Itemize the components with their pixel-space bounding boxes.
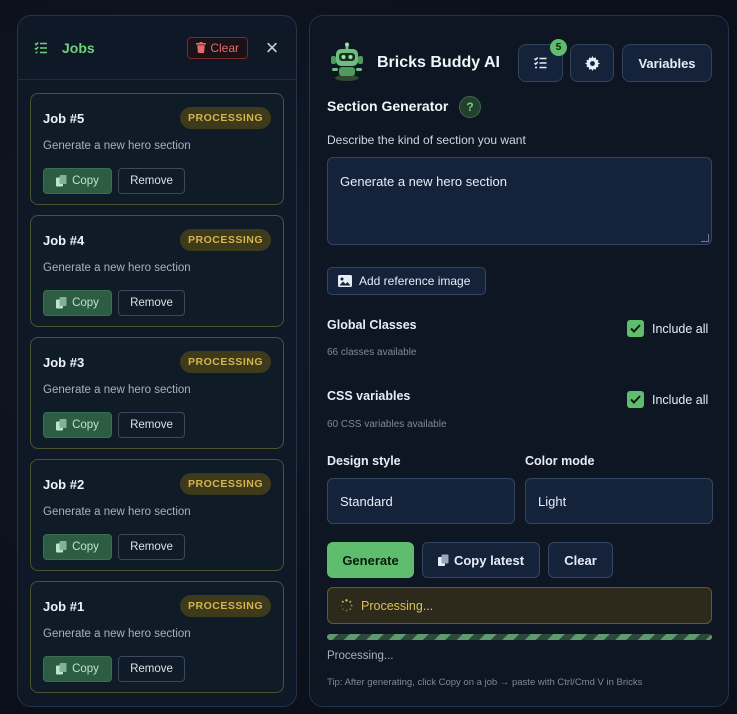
job-description: Generate a new hero section [43,384,191,396]
clear-jobs-label: Clear [210,40,239,55]
copy-icon [56,175,67,187]
copy-label: Copy [72,541,99,553]
css-variables-include[interactable]: Include all [627,391,708,408]
close-icon[interactable]: × [264,36,280,58]
design-style-value: Standard [340,493,393,509]
status-badge: PROCESSING [179,107,271,129]
app-title: Bricks Buddy AI [377,54,500,71]
job-title: Job #2 [43,477,85,492]
main-panel: Bricks Buddy AI 5 Variables Section Gene… [309,15,729,707]
gear-icon [584,55,600,71]
job-description: Generate a new hero section [43,628,191,640]
variables-button[interactable]: Variables [622,44,712,82]
check-icon[interactable] [627,391,644,408]
check-icon[interactable] [627,320,644,337]
describe-label: Describe the kind of section you want [327,133,526,147]
list-check-icon [34,41,48,55]
copy-label: Copy [72,663,99,675]
copy-label: Copy [72,175,99,187]
css-variables-label: CSS variables [327,389,411,403]
clear-button[interactable]: Clear [548,542,613,578]
include-all-label: Include all [652,392,709,407]
status-badge: PROCESSING [179,595,271,617]
copy-button[interactable]: Copy [43,412,112,438]
progress-text: Processing... [327,650,394,662]
status-badge: PROCESSING [179,351,271,373]
jobs-panel: Jobs Clear × Job #5 PROCESSING Generate … [17,15,297,707]
copy-icon [56,297,67,309]
design-style-label: Design style [327,454,401,468]
progress-bar [327,634,712,640]
list-check-icon [533,56,547,69]
section-title: Section Generator [327,98,449,114]
add-reference-image-label: Add reference image [359,274,471,288]
job-description: Generate a new hero section [43,262,191,274]
trash-icon [196,42,207,53]
color-mode-value: Light [538,493,567,509]
copy-button[interactable]: Copy [43,534,112,560]
job-card: Job #5 PROCESSING Generate a new hero se… [30,93,284,205]
job-title: Job #1 [43,599,85,614]
robot-logo-icon [331,42,363,81]
css-variables-count: 60 CSS variables available [327,419,447,430]
job-title: Job #4 [43,233,85,248]
color-mode-label: Color mode [525,454,595,468]
global-classes-count: 66 classes available [327,347,417,358]
jobs-header: Jobs Clear × [18,16,296,80]
copy-button[interactable]: Copy [43,168,112,194]
status-text: Processing... [361,598,434,613]
remove-button[interactable]: Remove [118,290,185,316]
copy-icon [56,541,67,553]
copy-button[interactable]: Copy [43,656,112,682]
job-actions: Copy Remove [43,534,185,560]
settings-button[interactable] [570,44,614,82]
status-badge: PROCESSING [179,229,271,251]
clear-jobs-button[interactable]: Clear [187,36,248,59]
status-banner: Processing... [327,587,712,624]
job-title: Job #3 [43,355,85,370]
job-actions: Copy Remove [43,656,185,682]
global-classes-include[interactable]: Include all [627,320,708,337]
remove-button[interactable]: Remove [118,656,185,682]
generate-button[interactable]: Generate [327,542,414,578]
job-actions: Copy Remove [43,168,185,194]
image-icon [338,275,352,287]
global-classes-label: Global Classes [327,318,417,332]
jobs-count-badge: 5 [550,39,567,56]
job-actions: Copy Remove [43,412,185,438]
copy-label: Copy [72,297,99,309]
add-reference-image-button[interactable]: Add reference image [327,267,486,295]
jobs-list: Job #5 PROCESSING Generate a new hero se… [18,80,296,693]
copy-button[interactable]: Copy [43,290,112,316]
resize-handle[interactable] [701,234,709,242]
prompt-textarea[interactable]: Generate a new hero section [327,157,712,245]
prompt-value: Generate a new hero section [340,174,507,189]
remove-button[interactable]: Remove [118,168,185,194]
copy-label: Copy [72,419,99,431]
remove-button[interactable]: Remove [118,534,185,560]
status-badge: PROCESSING [179,473,271,495]
job-card: Job #2 PROCESSING Generate a new hero se… [30,459,284,571]
job-card: Job #1 PROCESSING Generate a new hero se… [30,581,284,693]
color-mode-select[interactable]: Light [525,478,713,524]
job-actions: Copy Remove [43,290,185,316]
design-style-select[interactable]: Standard [327,478,515,524]
job-description: Generate a new hero section [43,506,191,518]
tip-text: Tip: After generating, click Copy on a j… [327,677,643,688]
include-all-label: Include all [652,321,709,336]
job-title: Job #5 [43,111,85,126]
job-card: Job #3 PROCESSING Generate a new hero se… [30,337,284,449]
copy-icon [56,419,67,431]
spinner-icon [340,599,353,612]
copy-icon [437,554,449,566]
copy-icon [56,663,67,675]
remove-button[interactable]: Remove [118,412,185,438]
job-card: Job #4 PROCESSING Generate a new hero se… [30,215,284,327]
jobs-title: Jobs [62,39,95,56]
copy-latest-button[interactable]: Copy latest [422,542,540,578]
help-icon[interactable]: ? [459,96,481,118]
copy-latest-label: Copy latest [453,552,525,568]
job-description: Generate a new hero section [43,140,191,152]
